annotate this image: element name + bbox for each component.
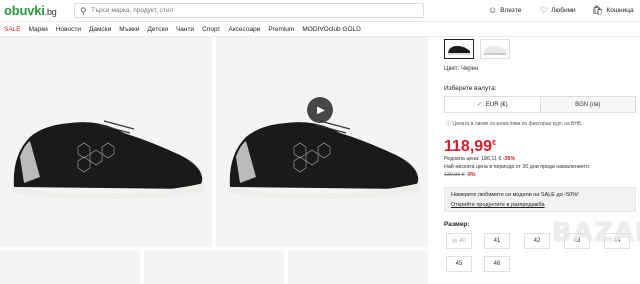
search-input[interactable] <box>91 5 411 16</box>
nav-item-bags[interactable]: Чанти <box>176 26 194 33</box>
category-nav: SALE Марки Новости Дамски Мъжки Детски Ч… <box>0 22 640 37</box>
size-option-45[interactable]: 45 <box>446 256 472 272</box>
product-image-2[interactable] <box>216 37 428 247</box>
size-option-41[interactable]: 41 <box>484 233 510 249</box>
color-variant-white[interactable] <box>480 39 510 59</box>
currency-bgn-option[interactable]: BGN (лв) <box>540 97 635 112</box>
nav-item-women[interactable]: Дамски <box>89 26 111 33</box>
lowest-price-line: 130,99 € -9% <box>444 172 476 178</box>
favorites-link[interactable]: ♡ Любими <box>540 4 576 16</box>
cart-link[interactable]: 🛍 Кошница <box>592 4 634 16</box>
site-logo[interactable]: obuvki.bg <box>4 3 57 18</box>
nav-item-brands[interactable]: Марки <box>29 26 48 33</box>
current-price: 118,99€ <box>444 138 496 155</box>
color-label: Цвят: Черен <box>444 66 479 72</box>
product-image-3[interactable] <box>0 251 140 284</box>
nav-item-men[interactable]: Мъжки <box>119 26 139 33</box>
nav-item-premium[interactable]: Premium <box>268 26 294 33</box>
rate-note: ⓘ Цената в лвове се изчислява по фиксира… <box>446 121 583 127</box>
nav-item-accessories[interactable]: Аксесоари <box>228 26 260 33</box>
shoe-image <box>228 120 420 199</box>
user-icon: ☺ <box>488 5 498 15</box>
shoe-thumb <box>448 45 470 55</box>
play-video-button[interactable]: ▶ <box>307 97 333 123</box>
heart-icon: ♡ <box>540 4 549 15</box>
product-gallery <box>0 37 428 284</box>
check-icon: ✓ <box>476 102 482 108</box>
sale-promo-box: Намерете любимите си модели на SALE до -… <box>444 187 636 212</box>
product-image-1[interactable] <box>0 37 212 247</box>
color-variants <box>444 39 510 59</box>
nav-item-new[interactable]: Новости <box>56 26 81 33</box>
search-icon: ⚲ <box>80 6 87 16</box>
shoe-thumb <box>484 45 506 55</box>
nav-item-modivoclub[interactable]: MODIVOclub GOLD <box>302 26 361 33</box>
regular-price-line: Редовна цена: 186,11 € -36% <box>444 156 516 162</box>
shoe-image <box>12 120 204 199</box>
currency-prompt: Изберете валута: <box>444 85 497 92</box>
login-link[interactable]: ☺ Влезте <box>488 4 521 16</box>
promo-text: Намерете любимите си модели на SALE до -… <box>451 192 579 198</box>
currency-eur-option[interactable]: ✓ EUR (€) <box>445 97 541 112</box>
cart-icon: 🛍 <box>592 4 604 15</box>
sizes-label: Размер: <box>444 221 470 228</box>
bazar-watermark: BAZAR <box>552 218 640 248</box>
top-bar: obuvki.bg ⚲ ☺ Влезте ♡ Любими 🛍 Кошница <box>0 0 640 22</box>
nav-item-kids[interactable]: Детски <box>148 26 168 33</box>
lowest-price-note: Най-ниската цена в периода от 30 дни пре… <box>444 164 591 170</box>
size-option-40[interactable]: ✉ 40 <box>446 233 472 249</box>
product-image-4[interactable] <box>144 251 284 284</box>
currency-selector: ✓ EUR (€) BGN (лв) <box>444 96 636 113</box>
promo-link[interactable]: Открийте продуктите в разпродажба <box>451 202 545 208</box>
envelope-icon: ✉ <box>452 238 458 245</box>
color-variant-black[interactable] <box>444 39 474 59</box>
nav-item-sale[interactable]: SALE <box>4 26 21 33</box>
search-box[interactable]: ⚲ <box>74 3 424 18</box>
nav-item-sport[interactable]: Спорт <box>202 26 220 33</box>
info-icon: ⓘ <box>446 121 452 127</box>
size-option-42[interactable]: 42 <box>524 233 550 249</box>
size-option-46[interactable]: 46 <box>484 256 510 272</box>
play-icon: ▶ <box>317 104 325 116</box>
product-image-5[interactable] <box>288 251 428 284</box>
